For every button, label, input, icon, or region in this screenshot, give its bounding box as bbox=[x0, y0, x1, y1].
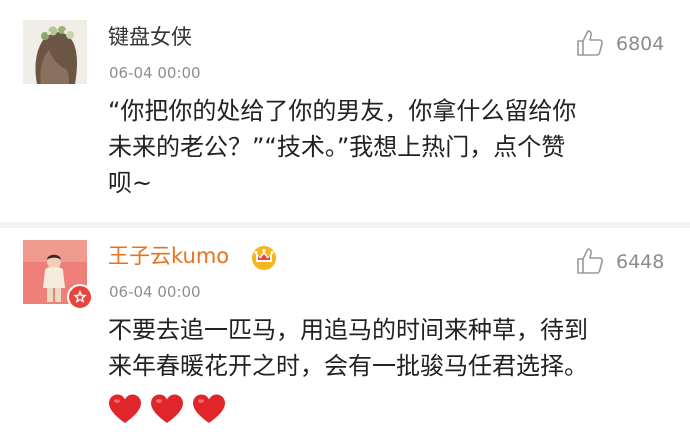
timestamp: 06-04 00:00 bbox=[109, 64, 201, 82]
timestamp: 06-04 00:00 bbox=[109, 283, 201, 301]
comment-text-line: “你把你的处给了你的男友，你拿什么留给你 bbox=[108, 97, 577, 125]
like-button[interactable]: 6448 bbox=[575, 246, 675, 276]
username[interactable]: 键盘女侠 bbox=[108, 24, 192, 50]
like-count: 6448 bbox=[616, 251, 665, 273]
comment-text-line: 呗~ bbox=[108, 169, 153, 197]
comment-item: 王子云kumo 06-04 00:00 6448 不要去追一匹马，用追马的时间来… bbox=[0, 228, 690, 446]
comment-text-line: 不要去追一匹马，用追马的时间来种草，待到 bbox=[108, 316, 588, 344]
like-count: 6804 bbox=[616, 33, 665, 55]
comment-text: 不要去追一匹马，用追马的时间来种草，待到 来年春暖花开之时，会有一批骏马任君选择… bbox=[108, 312, 678, 384]
heart-icon bbox=[151, 394, 183, 423]
comment-text-line: 未来的老公？”“技术。”我想上热门，点个赞 bbox=[108, 133, 566, 161]
username[interactable]: 王子云kumo bbox=[108, 243, 229, 269]
comment-text-line: 来年春暖花开之时，会有一批骏马任君选择。 bbox=[108, 352, 588, 380]
crown-icon bbox=[252, 246, 276, 270]
comment-item: 键盘女侠 06-04 00:00 6804 “你把你的处给了你的男友，你拿什么留… bbox=[0, 0, 690, 222]
heart-icon bbox=[193, 394, 225, 423]
avatar-image bbox=[23, 20, 87, 84]
thumbs-up-icon bbox=[577, 30, 603, 56]
heart-icon bbox=[109, 394, 141, 423]
emoji-row bbox=[108, 393, 238, 425]
thumbs-up-icon bbox=[577, 248, 603, 274]
vip-star-icon bbox=[67, 284, 93, 310]
comment-text: “你把你的处给了你的男友，你拿什么留给你 未来的老公？”“技术。”我想上热门，点… bbox=[108, 93, 678, 201]
like-button[interactable]: 6804 bbox=[575, 28, 675, 58]
avatar[interactable] bbox=[23, 20, 87, 84]
